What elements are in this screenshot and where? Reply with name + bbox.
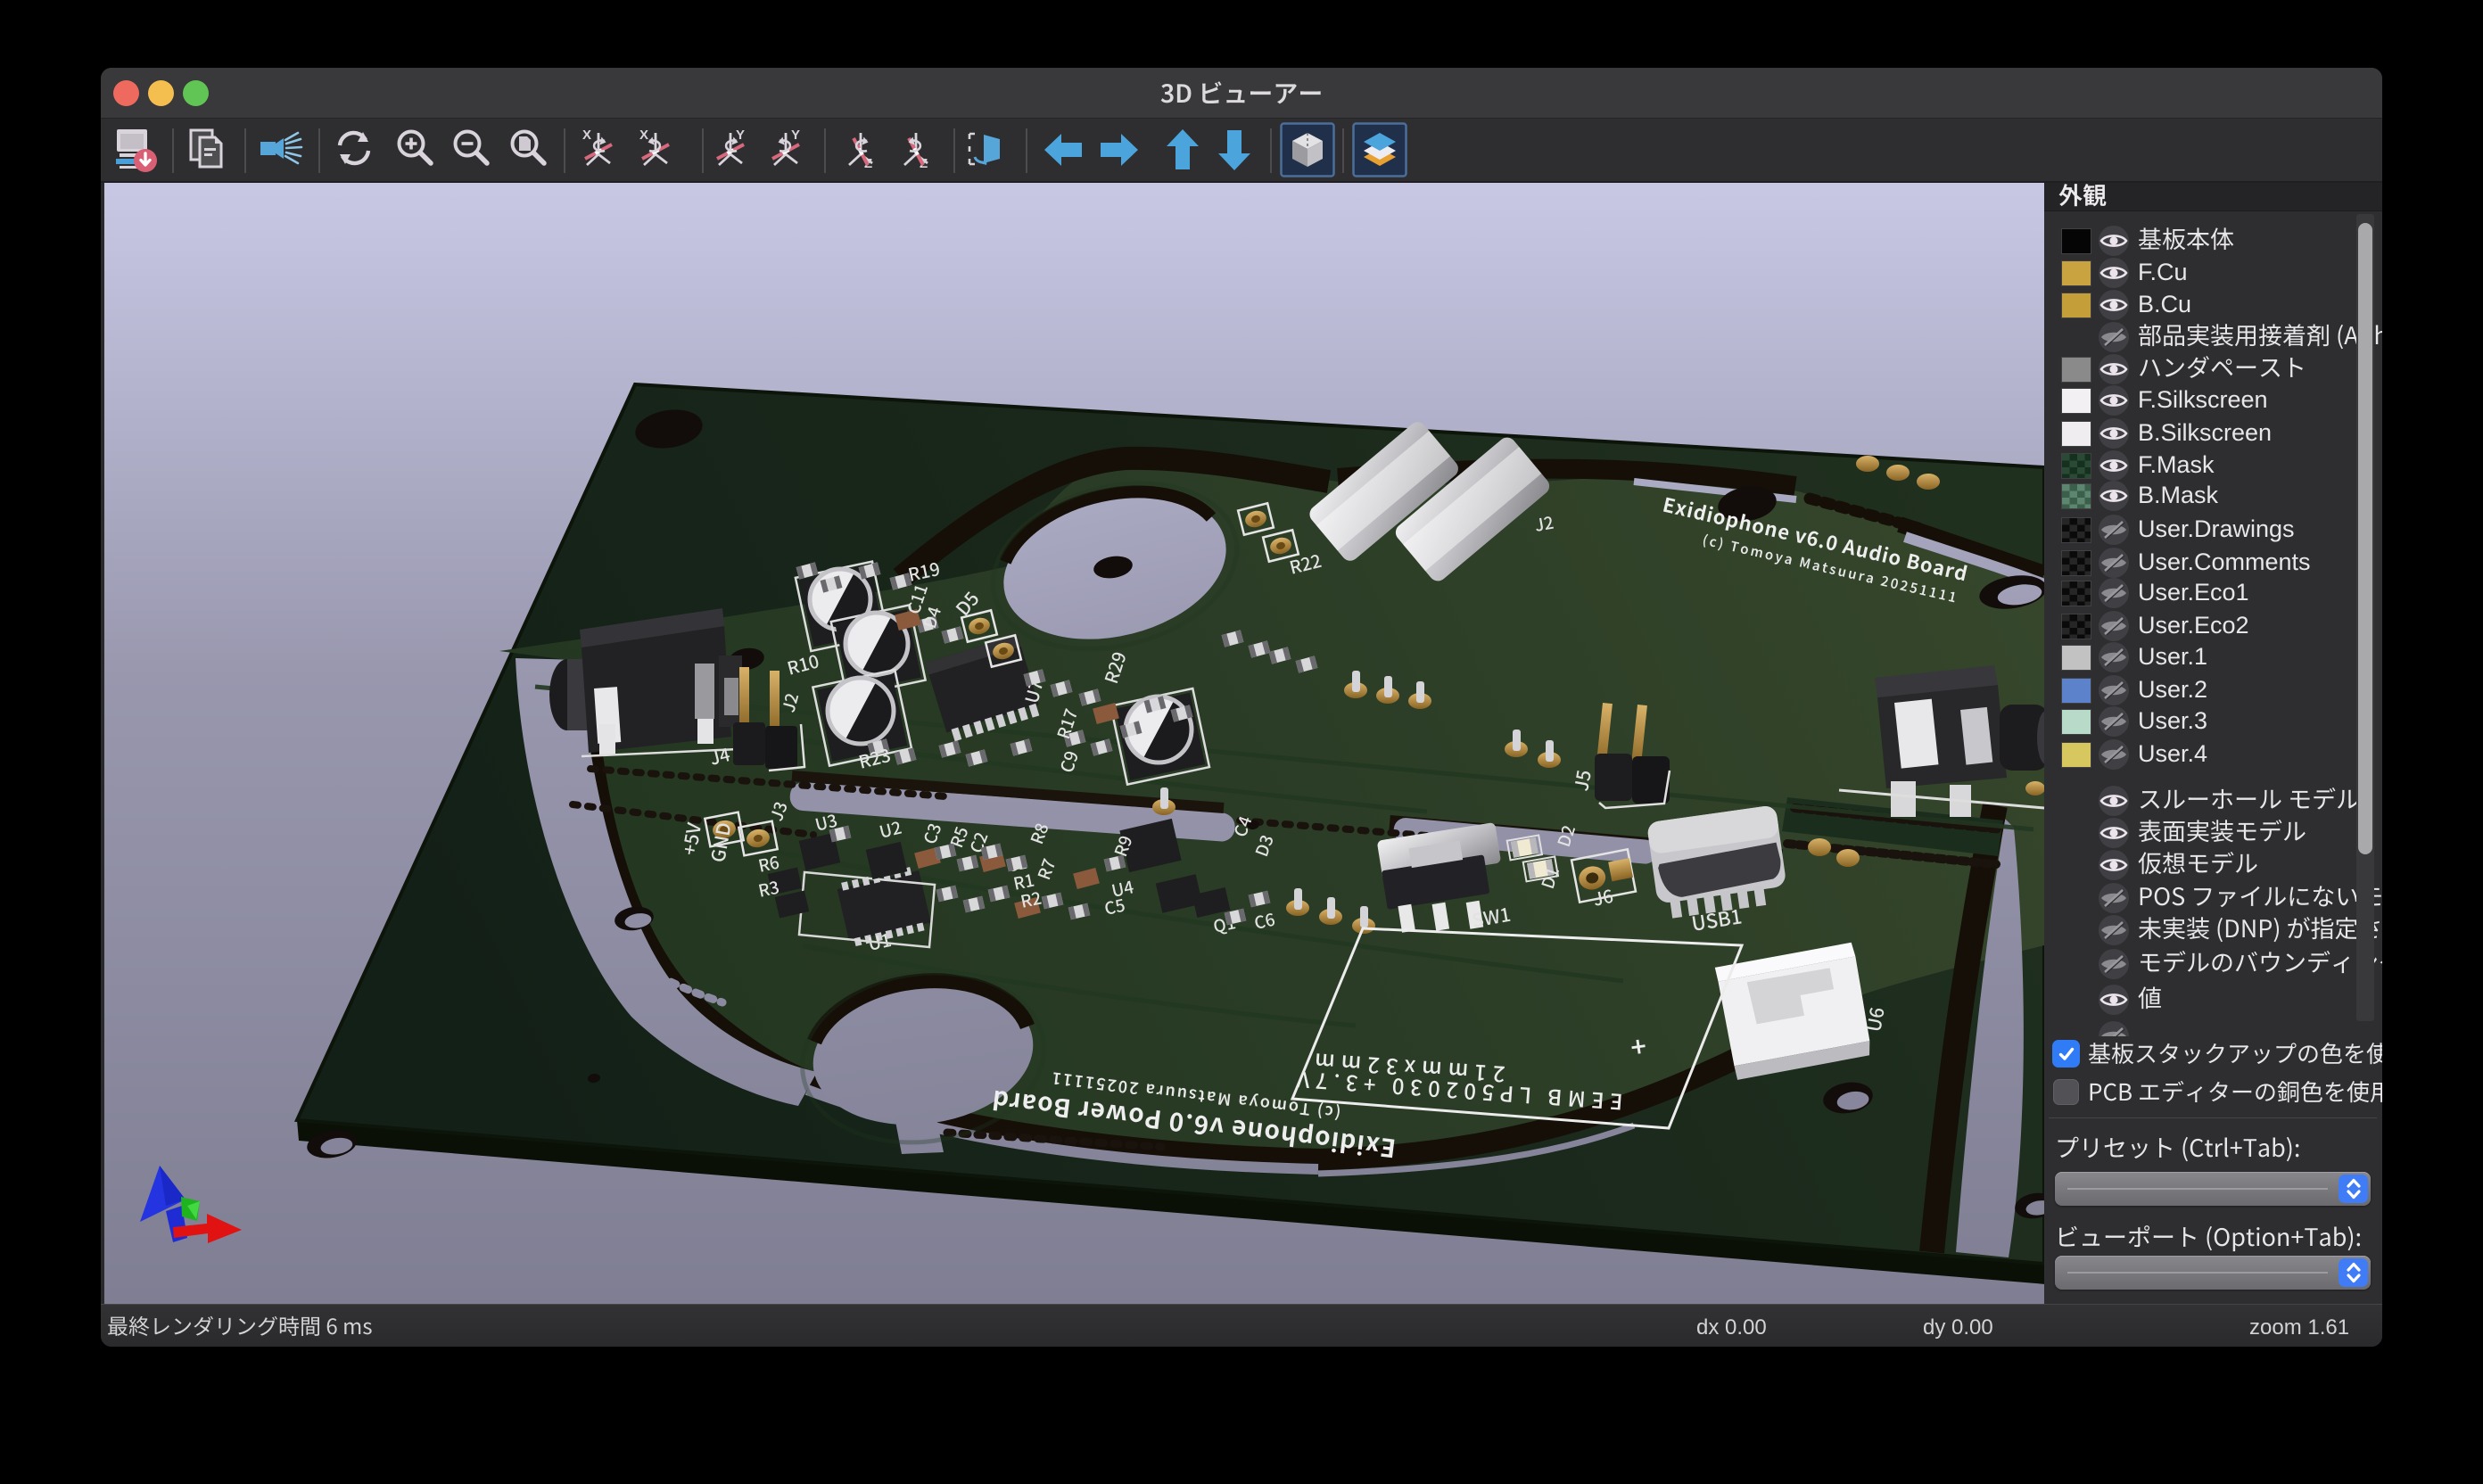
svg-text:Y: Y [791, 128, 800, 143]
svg-text:X: X [639, 128, 648, 143]
svg-text:X: X [582, 128, 591, 143]
svg-text:Y: Y [736, 128, 745, 143]
